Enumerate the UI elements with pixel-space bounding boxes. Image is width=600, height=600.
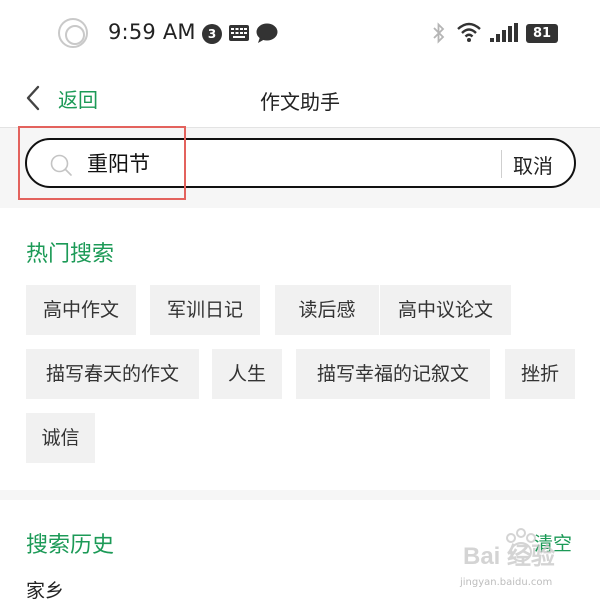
watermark-url: jingyan.baidu.com — [460, 577, 553, 588]
watermark-brand: Bai 经验 — [463, 542, 555, 570]
signal-icon — [490, 23, 518, 42]
hot-tag[interactable]: 人生 — [212, 349, 282, 399]
cancel-button[interactable]: 取消 — [513, 150, 553, 179]
search-history-title: 搜索历史 — [26, 533, 115, 558]
bluetooth-icon — [433, 22, 445, 44]
chat-icon — [256, 23, 278, 43]
hot-tag[interactable]: 军训日记 — [150, 285, 260, 335]
notification-count-badge: 3 — [202, 24, 222, 44]
hot-tag[interactable]: 描写幸福的记叙文 — [296, 349, 490, 399]
search-box[interactable]: 取消 — [25, 138, 576, 188]
hot-tag[interactable]: 高中议论文 — [380, 285, 511, 335]
search-input[interactable] — [87, 148, 487, 178]
status-time: 9:59 AM — [108, 20, 196, 44]
hot-tag[interactable]: 诚信 — [26, 413, 95, 463]
page-title: 作文助手 — [260, 90, 340, 114]
search-separator — [501, 150, 502, 178]
hot-search-title: 热门搜索 — [26, 242, 115, 267]
hot-tag[interactable]: 高中作文 — [26, 285, 136, 335]
section-gap — [0, 490, 600, 500]
history-item[interactable]: 家乡 — [26, 576, 64, 600]
hot-tag[interactable]: 读后感 — [275, 285, 379, 335]
hot-tag[interactable]: 挫折 — [505, 349, 575, 399]
nav-bar: 返回 作文助手 — [0, 68, 600, 128]
search-icon — [50, 154, 72, 176]
keyboard-icon — [229, 25, 249, 41]
hot-tag[interactable]: 描写春天的作文 — [26, 349, 199, 399]
battery-icon: 81 — [526, 24, 558, 43]
status-bar: 9:59 AM 3 81 — [0, 0, 600, 68]
search-area: 取消 — [0, 128, 600, 208]
wifi-icon — [457, 22, 481, 42]
circle-icon — [58, 18, 88, 48]
hot-search-section: 热门搜索 高中作文 军训日记 读后感 高中议论文 描写春天的作文 人生 描写幸福… — [0, 208, 600, 490]
